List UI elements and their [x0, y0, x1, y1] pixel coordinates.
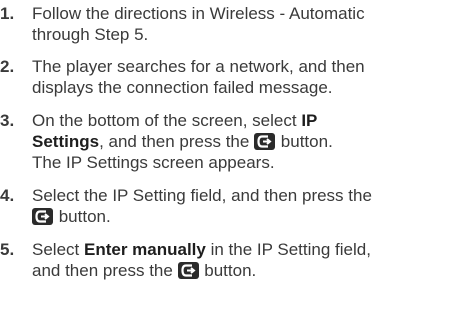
- instruction-steps: 1. Follow the directions in Wireless - A…: [0, 0, 452, 313]
- step-text-segment: in the IP Setting field,: [205, 240, 371, 259]
- step-text: The player searches for a network, and t…: [32, 56, 450, 98]
- enter-button-icon: [177, 262, 199, 279]
- step-number: 3.: [0, 111, 15, 130]
- step-line: and then press the button.: [32, 260, 450, 281]
- step-number: 4.: [0, 186, 15, 205]
- enter-button-icon: [32, 208, 53, 225]
- step-line: through Step 5.: [32, 25, 149, 44]
- step-line: Settings, and then press the button.: [32, 131, 450, 152]
- step-number: 5.: [0, 240, 15, 259]
- step-line: Select Enter manually in the IP Setting …: [32, 239, 450, 260]
- step-text: On the bottom of the screen, select IP S…: [32, 110, 450, 173]
- step-text: Select Enter manually in the IP Setting …: [32, 239, 450, 281]
- step-text-segment: Select: [32, 240, 84, 259]
- step-text-segment: and then press the: [32, 261, 178, 280]
- step-text: Follow the directions in Wireless - Auto…: [32, 3, 450, 45]
- step-line: button.: [32, 206, 450, 227]
- step-number: 1.: [0, 4, 15, 23]
- step-line: displays the connection failed message.: [32, 78, 333, 97]
- enter-button-icon: [254, 133, 276, 150]
- step-line: The player searches for a network, and t…: [32, 57, 365, 76]
- step-line: Select the IP Setting field, and then pr…: [32, 186, 372, 205]
- ip-settings-term: Settings: [32, 132, 100, 151]
- step-text-segment: button.: [276, 132, 333, 151]
- step-text-segment: button.: [54, 207, 111, 226]
- step-text: Select the IP Setting field, and then pr…: [32, 185, 450, 227]
- step-line: Follow the directions in Wireless - Auto…: [32, 4, 365, 23]
- step-text-segment: , and then press the: [99, 132, 250, 151]
- enter-manually-term: Enter manually: [83, 240, 206, 259]
- step-number: 2.: [0, 57, 15, 76]
- ip-settings-term: IP: [301, 111, 318, 130]
- step-line: On the bottom of the screen, select IP: [32, 110, 450, 131]
- step-text-segment: On the bottom of the screen, select: [32, 111, 302, 130]
- step-text-segment: button.: [199, 261, 257, 280]
- step-line: The IP Settings screen appears.: [32, 153, 275, 172]
